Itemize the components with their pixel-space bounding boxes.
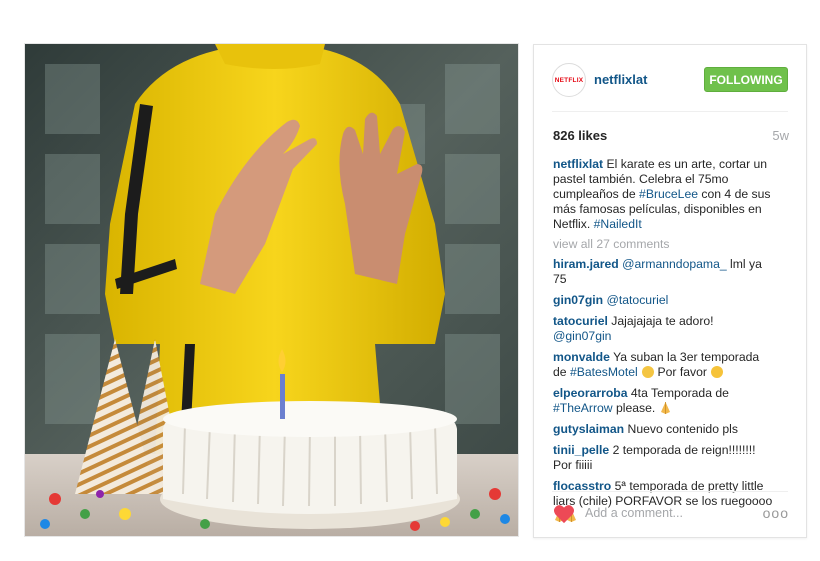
comment-username[interactable]: monvalde [553, 350, 610, 364]
comment-item: gutyslaiman Nuevo contenido pls [553, 422, 775, 437]
comment-item: gin07gin @tatocuriel [553, 293, 775, 308]
comment-username[interactable]: tatocuriel [553, 314, 608, 328]
comment-username[interactable]: tinii_pelle [553, 443, 609, 457]
netflix-logo-icon: NETFLIX [554, 76, 584, 84]
comment-item: tinii_pelle 2 temporada de reign!!!!!!!!… [553, 443, 775, 473]
caption: netflixlat El karate es un arte, cortar … [553, 157, 775, 232]
comment-item: elpeorarroba 4ta Temporada de #TheArrow … [553, 386, 775, 416]
comment-item: hiram.jared @armanndopama_ lml ya 75 [553, 257, 775, 287]
hashtag-brucelee[interactable]: #BruceLee [639, 187, 698, 201]
header-divider [552, 111, 788, 112]
comment-username[interactable]: hiram.jared [553, 257, 619, 271]
post-header: NETFLIX netflixlat FOLLOWING [534, 45, 806, 112]
post-footer: ooo [534, 492, 806, 536]
caption-username[interactable]: netflixlat [553, 157, 603, 171]
post-photo[interactable] [25, 44, 518, 536]
likes-count[interactable]: 826 likes [553, 128, 607, 143]
add-comment-input[interactable] [585, 501, 750, 525]
comment-username[interactable]: gutyslaiman [553, 422, 624, 436]
comment-text-after: please. [612, 401, 656, 415]
hashtag-nailedit[interactable]: #NailedIt [594, 217, 642, 231]
profile-avatar[interactable]: NETFLIX [552, 63, 586, 97]
comment-text: 4ta Temporada de [630, 386, 729, 400]
comment-text: Jajajajaja te adoro! [611, 314, 714, 328]
comment-username[interactable]: gin07gin [553, 293, 603, 307]
comment-item: tatocuriel Jajajajaja te adoro! @gin07gi… [553, 314, 775, 344]
comments-section: netflixlat El karate es un arte, cortar … [553, 157, 775, 530]
comment-mention[interactable]: @armanndopama_ [622, 257, 727, 271]
post-card: NETFLIX netflixlat FOLLOWING 826 likes 5… [533, 44, 807, 538]
comment-username[interactable]: elpeorarroba [553, 386, 628, 400]
post-username[interactable]: netflixlat [594, 72, 647, 87]
comment-mention[interactable]: @tatocuriel [607, 293, 669, 307]
more-options-icon[interactable]: ooo [763, 505, 789, 521]
hashtag-thearrow[interactable]: #TheArrow [553, 401, 613, 415]
heart-icon[interactable] [553, 504, 575, 524]
view-all-comments-link[interactable]: view all 27 comments [553, 237, 775, 252]
post-time[interactable]: 5w [772, 128, 789, 143]
comment-text-after: Por favor [654, 365, 707, 379]
praying-hands-emoji-icon [660, 402, 670, 414]
photo-illustration [25, 44, 518, 536]
hashtag-batesmotel[interactable]: #BatesMotel [570, 365, 638, 379]
comment-mention[interactable]: @gin07gin [553, 329, 611, 343]
pensive-emoji-icon [711, 366, 724, 378]
comment-text: Nuevo contenido pls [627, 422, 738, 436]
following-button[interactable]: FOLLOWING [704, 67, 788, 92]
comment-item: monvalde Ya suban la 3er temporada de #B… [553, 350, 775, 380]
smiley-emoji-icon [642, 366, 655, 378]
